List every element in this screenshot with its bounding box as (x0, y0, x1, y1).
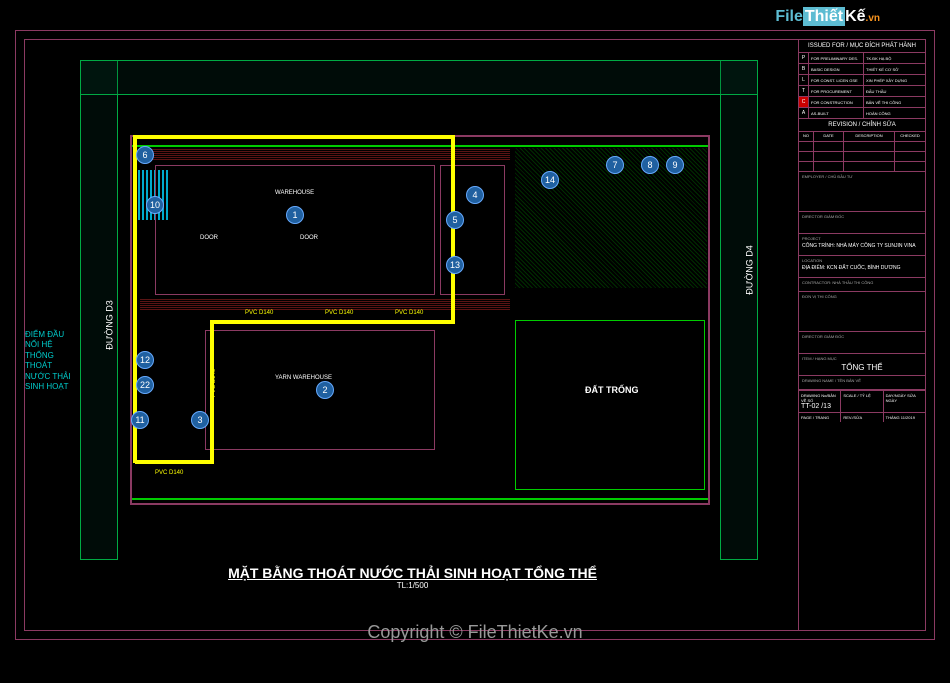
pipe-label-1: PVC D140 (245, 310, 273, 316)
pipe-label-2: PVC D140 (325, 310, 353, 316)
tb-drawing-name: DRAWING NAME / TÊN BẢN VẼ (799, 376, 925, 390)
tb-rev-no: REV./SỬA (841, 413, 883, 422)
node-11: 11 (131, 411, 149, 429)
issue-sym: P (799, 53, 809, 63)
node-4: 4 (466, 186, 484, 204)
pipe-label-3: PVC D140 (395, 310, 423, 316)
sheet-border: ĐƯỜNG D3 ĐƯỜNG D4 ĐIỂM ĐẦU NỐI HỆ THỐNG … (15, 30, 935, 640)
tb-day: DAY/NGÀY SỬA NGÀY (884, 391, 925, 412)
door-label-1: DOOR (200, 235, 218, 241)
tb-revision-header: REVISION / CHỈNH SỬA (799, 119, 925, 132)
tb-rev-blank (799, 142, 925, 152)
logo-thiet: Thiết (803, 7, 845, 26)
tb-dwg-no: DRAWING No/BẢN VẼ SỐ TT-02 /13 (799, 391, 841, 412)
node-13: 13 (446, 256, 464, 274)
node-9: 9 (666, 156, 684, 174)
tb-footer-row1: DRAWING No/BẢN VẼ SỐ TT-02 /13 SCALE / T… (799, 390, 925, 412)
tb-issue-row: AAS-BUILTHOÀN CÔNG (799, 108, 925, 119)
node-10: 10 (146, 196, 164, 214)
door-label-2: DOOR (300, 235, 318, 241)
node-5: 5 (446, 211, 464, 229)
pipe-label-4: PVC D140 (155, 470, 183, 476)
tb-issue-row: PFOR PRELIMINARY DES.TK.ĐK HẠ BỘ (799, 53, 925, 64)
empty-land-area (515, 320, 705, 490)
drawing-scale: TL:1/500 (228, 581, 597, 590)
tb-unit: ĐƠN VỊ THI CÔNG (799, 292, 925, 332)
pipe-label-5: PVC D140 (211, 369, 217, 397)
tb-employer: EMPLOYER / CHỦ ĐẦU TƯ (799, 172, 925, 212)
tb-director-2: DIRECTOR GIÁM ĐỐC (799, 332, 925, 354)
drawing-area: ĐƯỜNG D3 ĐƯỜNG D4 ĐIỂM ĐẦU NỐI HỆ THỐNG … (25, 40, 800, 630)
road-d4 (720, 60, 758, 560)
node-12: 12 (136, 351, 154, 369)
tb-page: PAGE / TRANG (799, 413, 841, 422)
node-6: 6 (136, 146, 154, 164)
node-22: 22 (136, 376, 154, 394)
tb-footer-row2: PAGE / TRANG REV./SỬA THÁNG 11/2019 (799, 412, 925, 422)
pipe-h-top (133, 135, 453, 139)
titleblock: ISSUED FOR / MỤC ĐÍCH PHÁT HÀNH PFOR PRE… (798, 40, 925, 630)
tb-rev-blank (799, 162, 925, 172)
copyright-text: Copyright © FileThietKe.vn (367, 622, 582, 643)
tb-issue-row: CFOR CONSTRUCTIONBẢN VẼ THI CÔNG (799, 97, 925, 108)
tb-rev-cols: NO DATE DESCRIPTION CHECKED (799, 132, 925, 142)
tb-contractor: CONTRACTOR: NHÀ THẦU THI CÔNG (799, 278, 925, 292)
node-8: 8 (641, 156, 659, 174)
tb-rev-blank (799, 152, 925, 162)
tb-director-1: DIRECTOR GIÁM ĐỐC (799, 212, 925, 234)
drawing-title-block: MẶT BẰNG THOÁT NƯỚC THẢI SINH HOẠT TỔNG … (228, 565, 597, 590)
pipe-v-2 (451, 135, 455, 323)
watermark-logo: FileThiếtKế.vn (775, 8, 880, 26)
node-14: 14 (541, 171, 559, 189)
node-1: 1 (286, 206, 304, 224)
road-d4-label: ĐƯỜNG D4 (745, 245, 755, 294)
node-3: 3 (191, 411, 209, 429)
road-d3-label: ĐƯỜNG D3 (105, 300, 115, 349)
sheet-inner: ĐƯỜNG D3 ĐƯỜNG D4 ĐIỂM ĐẦU NỐI HỆ THỐNG … (24, 39, 926, 631)
pipe-h-mid (210, 320, 455, 324)
node-2: 2 (316, 381, 334, 399)
tb-issued-header: ISSUED FOR / MỤC ĐÍCH PHÁT HÀNH (799, 40, 925, 53)
connection-point-label: ĐIỂM ĐẦU NỐI HỆ THỐNG THOÁT NƯỚC THẢI SI… (25, 330, 75, 392)
logo-vn: .vn (866, 13, 880, 24)
empty-land-label: ĐẤT TRỐNG (585, 385, 639, 395)
tb-issue-row: TFOR PROCUREMENTĐẤU THẦU (799, 86, 925, 97)
tb-issue-row: LFOR CONST. LICEN GSEXIN PHÉP XÂY DỰNG (799, 75, 925, 86)
tb-project: PROJECT CÔNG TRÌNH: NHÀ MÁY CÔNG TY SUNJ… (799, 234, 925, 256)
road-top (80, 60, 758, 95)
logo-ke: Kế (845, 8, 865, 25)
tb-scale: SCALE / TỶ LỆ (841, 391, 883, 412)
warehouse-label: WAREHOUSE (275, 190, 314, 196)
tb-issue-row: BBASIC DESIGNTHIẾT KẾ CƠ SỞ (799, 64, 925, 75)
block-right (440, 165, 505, 295)
node-7: 7 (606, 156, 624, 174)
warehouse-1 (155, 165, 435, 295)
pipe-bottom-1 (135, 460, 210, 464)
drawing-title: MẶT BẰNG THOÁT NƯỚC THẢI SINH HOẠT TỔNG … (228, 565, 597, 581)
tb-date: THÁNG 11/2019 (884, 413, 925, 422)
tb-item: ITEM / HẠNG MỤC TỔNG THỂ (799, 354, 925, 376)
tb-location: LOCATION ĐỊA ĐIỂM: KCN ĐẤT CUỐC, BÌNH DƯ… (799, 256, 925, 278)
logo-file: File (775, 8, 803, 25)
